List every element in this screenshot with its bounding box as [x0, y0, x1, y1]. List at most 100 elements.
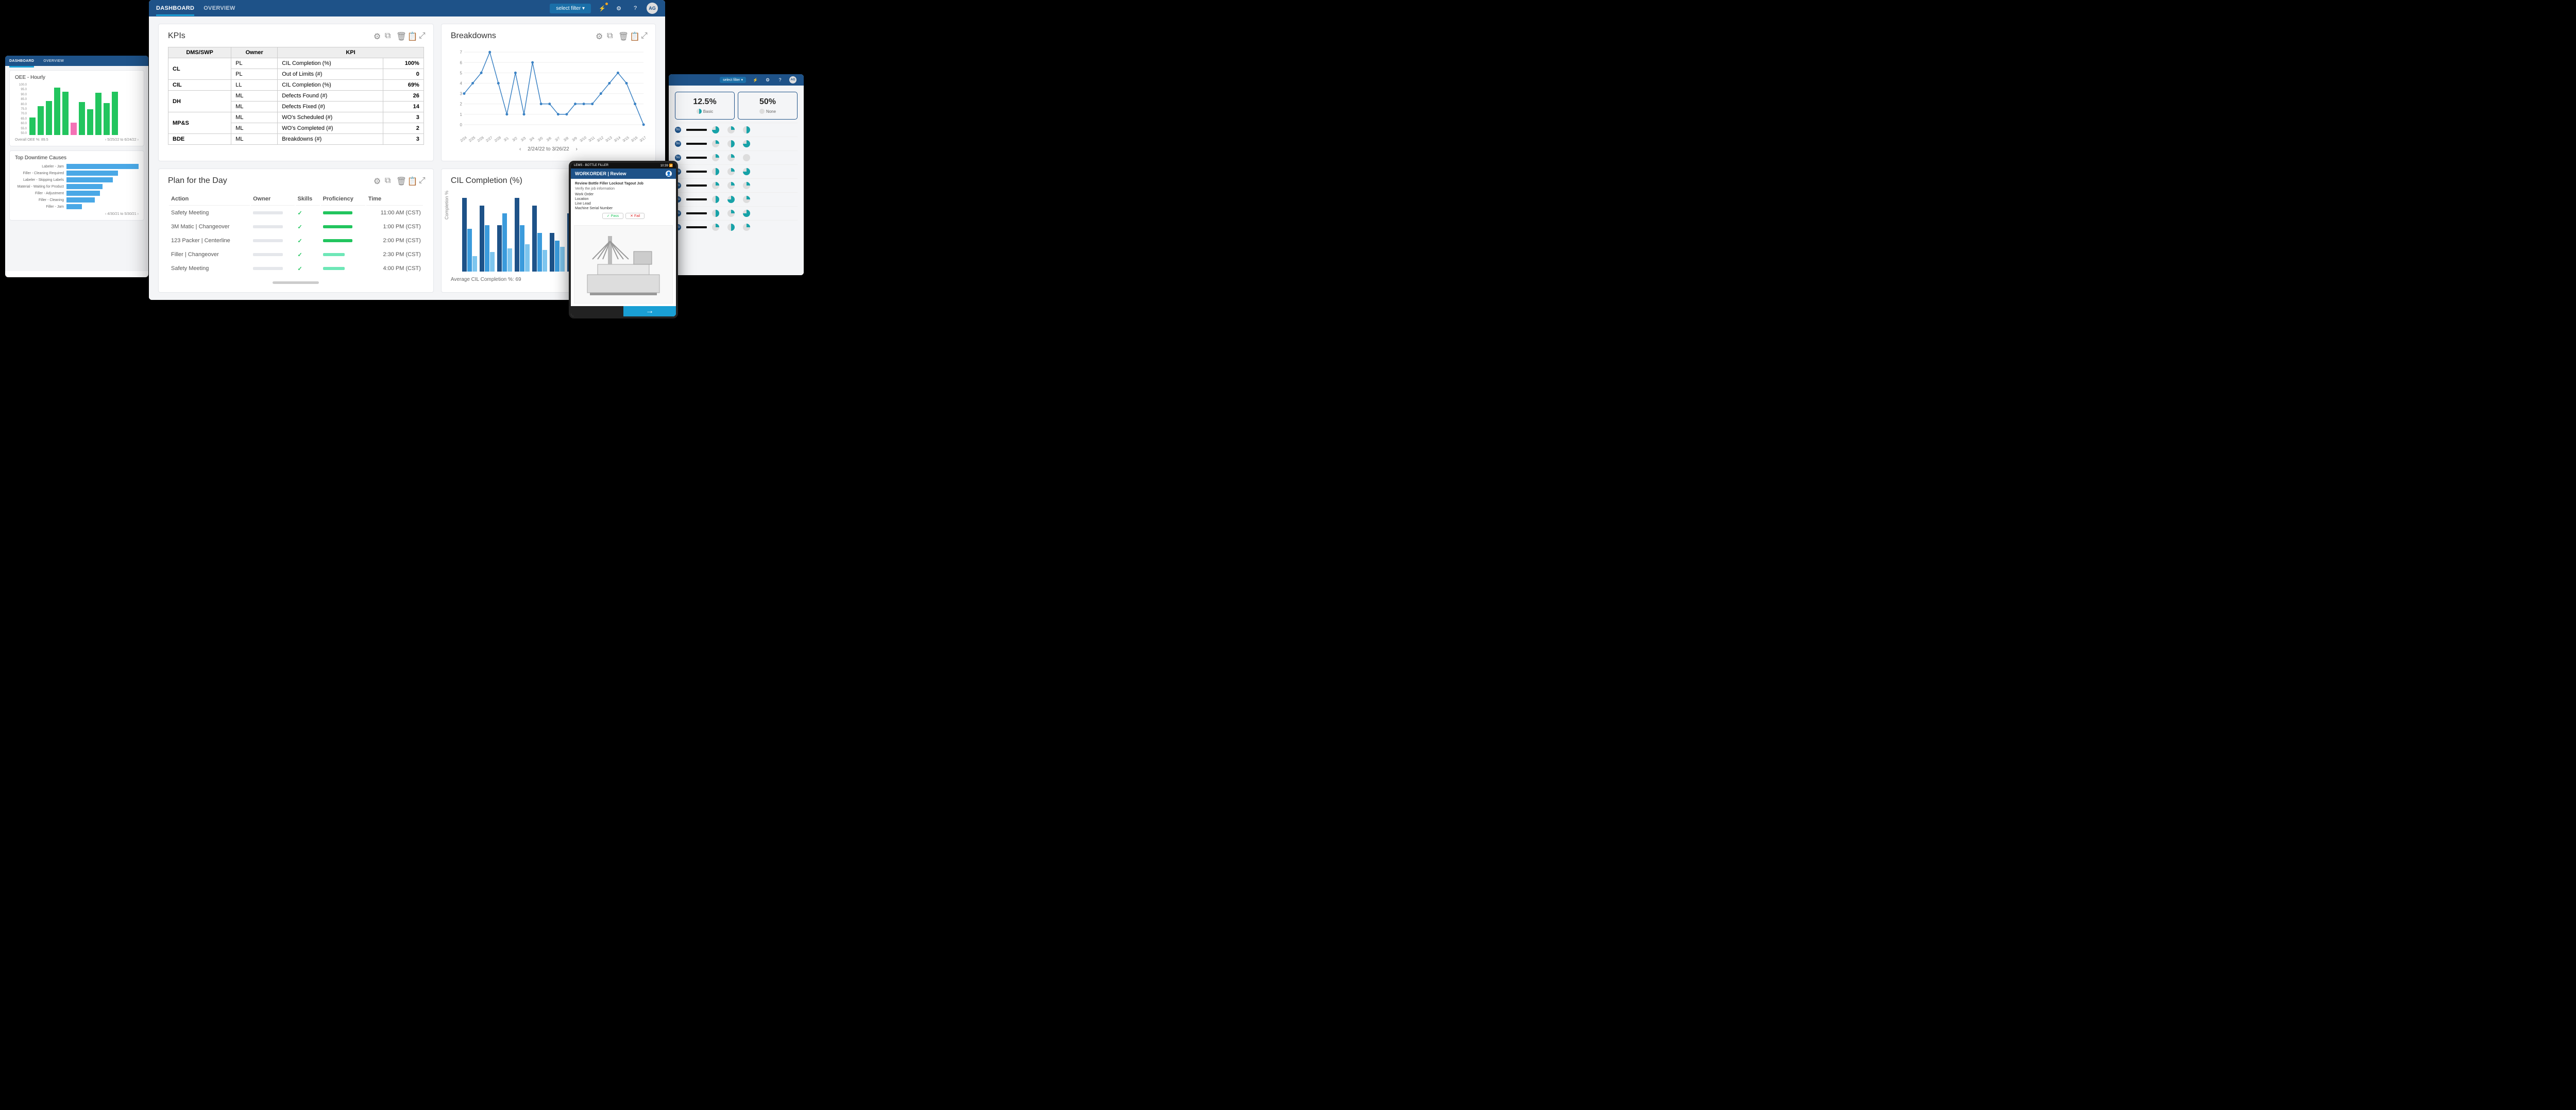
- svg-text:2/28: 2/28: [494, 136, 502, 142]
- next-button[interactable]: →: [623, 306, 676, 316]
- copy-icon[interactable]: ⧉: [385, 176, 392, 183]
- downtime-row: Filler - Cleaning: [15, 197, 139, 203]
- expand-icon[interactable]: ⤢: [419, 31, 426, 39]
- plan-row[interactable]: Filler | Changeover ✓ 2:30 PM (CST): [169, 248, 423, 261]
- completion-row[interactable]: SU: [675, 123, 798, 137]
- completion-row[interactable]: SU: [675, 192, 798, 206]
- oee-bar: [62, 92, 69, 135]
- completion-row[interactable]: SU: [675, 178, 798, 192]
- next-arrow-icon[interactable]: ›: [138, 212, 139, 216]
- user-icon[interactable]: 👤: [666, 171, 672, 177]
- svg-text:3/14: 3/14: [614, 136, 621, 142]
- svg-text:2/25: 2/25: [468, 136, 476, 142]
- expand-icon[interactable]: ⤢: [419, 176, 426, 183]
- plan-row[interactable]: 3M Matic | Changeover ✓ 1:00 PM (CST): [169, 221, 423, 233]
- svg-text:5: 5: [460, 71, 462, 75]
- trash-icon[interactable]: 🗑: [396, 176, 403, 183]
- col-dms: DMS/SWP: [168, 47, 231, 58]
- kpi-card: KPIs ⚙ ⧉ 🗑 📋 ⤢ DMS/SWP Owner KPI CLPLCIL…: [158, 24, 434, 161]
- oee-bar: [71, 123, 77, 135]
- completion-row[interactable]: SU: [675, 220, 798, 234]
- plan-row[interactable]: Safety Meeting ✓ 11:00 AM (CST): [169, 207, 423, 220]
- mobile-header: WORKORDER | Review 👤: [571, 169, 676, 179]
- svg-text:3/11: 3/11: [588, 136, 596, 142]
- next-arrow-icon[interactable]: ›: [138, 138, 139, 142]
- copy-icon[interactable]: ⧉: [385, 31, 392, 39]
- downtime-card: Top Downtime Causes Labeler - Jam Filler …: [9, 150, 144, 221]
- trash-icon[interactable]: 🗑: [618, 31, 625, 39]
- gear-icon[interactable]: ⚙: [614, 3, 624, 13]
- downtime-bar-chart: Labeler - JamFiller - Cleaning RequiredL…: [15, 164, 139, 209]
- tab-dashboard[interactable]: DASHBOARD: [156, 5, 194, 16]
- completion-row[interactable]: SU: [675, 137, 798, 150]
- clipboard-icon[interactable]: 📋: [408, 176, 415, 183]
- svg-text:3/15: 3/15: [622, 136, 630, 142]
- completion-row[interactable]: SU: [675, 150, 798, 164]
- workorder-subtitle: Verify the job information: [575, 187, 672, 191]
- svg-text:3/8: 3/8: [563, 137, 569, 142]
- next-arrow-icon[interactable]: ›: [571, 146, 583, 152]
- card-title: Top Downtime Causes: [15, 155, 139, 161]
- scrollbar[interactable]: [273, 281, 319, 284]
- mobile-workorder: LEMS - BOTTLE FILLER 10:39 📶 WORKORDER |…: [569, 161, 678, 318]
- svg-text:2/27: 2/27: [485, 136, 493, 142]
- bolt-icon[interactable]: ⚡: [597, 3, 607, 13]
- trash-icon[interactable]: 🗑: [396, 31, 403, 39]
- gear-icon[interactable]: ⚙: [765, 77, 771, 83]
- clipboard-icon[interactable]: 📋: [630, 31, 637, 39]
- filter-select[interactable]: select filter ▾: [550, 4, 591, 13]
- oee-footer: Overall OEE %: 89.5: [15, 138, 48, 142]
- prev-arrow-icon[interactable]: ‹: [105, 138, 106, 142]
- machine-image: [574, 225, 673, 304]
- breakdowns-card: Breakdowns ⚙ ⧉ 🗑 📋 ⤢ 012345672/242/252/2…: [441, 24, 656, 161]
- svg-text:3/7: 3/7: [554, 137, 561, 142]
- downtime-row: Labeler - Jam: [15, 164, 139, 169]
- back-button[interactable]: [571, 306, 623, 316]
- plan-row[interactable]: Safety Meeting ✓ 4:00 PM (CST): [169, 262, 423, 275]
- oee-bar: [104, 103, 110, 135]
- prev-arrow-icon[interactable]: ‹: [514, 146, 526, 152]
- svg-text:3/4: 3/4: [529, 137, 535, 142]
- clipboard-icon[interactable]: 📋: [408, 31, 415, 39]
- avatar[interactable]: AG: [789, 76, 796, 83]
- tab-overview[interactable]: OVERVIEW: [204, 5, 235, 11]
- pie-icon: [697, 109, 702, 114]
- expand-icon[interactable]: ⤢: [641, 31, 648, 39]
- gear-icon[interactable]: ⚙: [374, 176, 381, 183]
- avatar[interactable]: AG: [647, 3, 658, 14]
- svg-text:3/12: 3/12: [597, 136, 604, 142]
- svg-text:3/16: 3/16: [631, 136, 638, 142]
- date-range: 5/25/22 to 6/24/22: [107, 138, 136, 142]
- fail-button[interactable]: ✕ Fail: [625, 213, 645, 219]
- gear-icon[interactable]: ⚙: [596, 31, 603, 39]
- pie-icon: [759, 109, 765, 114]
- oee-bar: [112, 92, 118, 135]
- svg-text:3/9: 3/9: [572, 137, 578, 142]
- downtime-row: Filler - Jam: [15, 204, 139, 209]
- svg-text:2/26: 2/26: [477, 136, 485, 142]
- oee-bar-chart: 100.095.090.085.080.075.070.065.060.055.…: [15, 83, 139, 135]
- oee-bar: [54, 88, 60, 135]
- tab-overview[interactable]: OVERVIEW: [43, 59, 64, 63]
- copy-icon[interactable]: ⧉: [607, 31, 614, 39]
- svg-text:4: 4: [460, 81, 462, 86]
- kpi-tile-none[interactable]: 50% None: [738, 92, 798, 120]
- help-icon[interactable]: ?: [777, 77, 783, 83]
- svg-text:7: 7: [460, 50, 462, 55]
- tab-dashboard[interactable]: DASHBOARD: [9, 59, 34, 68]
- prev-arrow-icon[interactable]: ‹: [105, 212, 106, 216]
- workorder-field: Work Order: [575, 193, 672, 196]
- downtime-row: Labeler - Skipping Labels: [15, 177, 139, 182]
- filter-select[interactable]: select filter ▾: [720, 77, 746, 83]
- dashboard-window-right: select filter ▾ ⚡ ⚙ ? AG 12.5% Basic 50%…: [669, 74, 804, 275]
- help-icon[interactable]: ?: [630, 3, 640, 13]
- gear-icon[interactable]: ⚙: [374, 31, 381, 39]
- oee-bar: [46, 101, 52, 135]
- plan-row[interactable]: 123 Packer | Centerline ✓ 2:00 PM (CST): [169, 234, 423, 247]
- pass-button[interactable]: ✓ Pass: [602, 213, 623, 219]
- completion-row[interactable]: SU: [675, 206, 798, 220]
- completion-row[interactable]: SU: [675, 164, 798, 178]
- bolt-icon[interactable]: ⚡: [752, 77, 758, 83]
- kpi-tile-basic[interactable]: 12.5% Basic: [675, 92, 735, 120]
- oee-hourly-card: OEE - Hourly 100.095.090.085.080.075.070…: [9, 70, 144, 146]
